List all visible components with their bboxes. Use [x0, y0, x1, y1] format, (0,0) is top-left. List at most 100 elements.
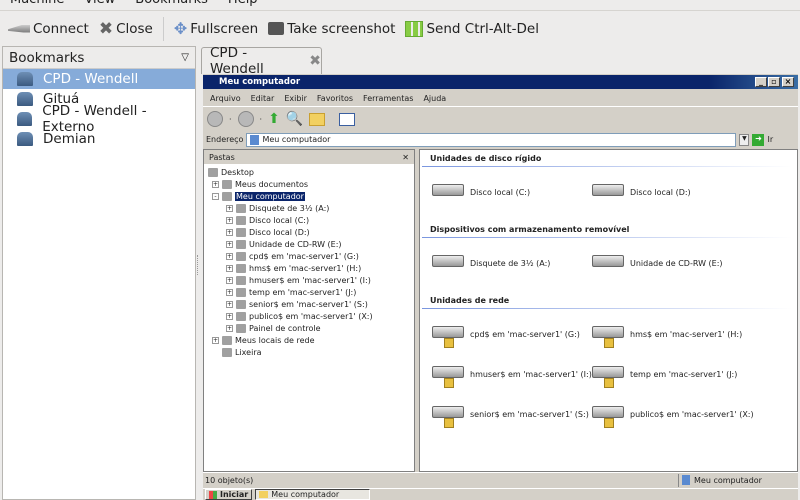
section-header: Unidades de disco rígido [430, 154, 542, 163]
screenshot-button[interactable]: Take screenshot [268, 21, 395, 37]
close-tab-icon[interactable]: ✖ [309, 53, 321, 69]
menu-favoritos[interactable]: Favoritos [317, 94, 353, 103]
menu-arquivo[interactable]: Arquivo [210, 94, 241, 103]
search-icon[interactable]: 🔍 [286, 111, 303, 127]
back-icon[interactable] [207, 111, 223, 127]
drive-item[interactable]: Unidade de CD-RW (E:) [592, 249, 723, 277]
tree-item[interactable]: + Disquete de 3½ (A:) [226, 202, 329, 214]
tree-item[interactable]: + Disco local (D:) [226, 226, 310, 238]
tree-item[interactable]: Desktop [208, 166, 254, 178]
tree-item[interactable]: + publico$ em 'mac-server1' (X:) [226, 310, 373, 322]
menu-ferramentas[interactable]: Ferramentas [363, 94, 413, 103]
close-window-button[interactable]: × [782, 77, 794, 87]
computer-icon [17, 112, 33, 126]
folder-icon [222, 347, 232, 357]
content-view: Unidades de disco rígido Disco local (C:)… [419, 149, 798, 472]
section-divider [422, 237, 792, 238]
drive-item[interactable]: Disco local (D:) [592, 178, 691, 206]
expand-toggle[interactable]: + [226, 312, 233, 320]
menu-editar[interactable]: Editar [251, 94, 275, 103]
remote-desktop[interactable]: Meu computador _ ▫ × Arquivo Editar Exib… [203, 74, 798, 500]
menu-machine[interactable]: Machine [0, 0, 74, 8]
tree-item[interactable]: + Disco local (C:) [226, 214, 309, 226]
folder-icon [236, 299, 246, 309]
folder-icon [222, 179, 232, 189]
tree-item[interactable]: + cpd$ em 'mac-server1' (G:) [226, 250, 359, 262]
fullscreen-button[interactable]: ✥ Fullscreen [174, 19, 258, 38]
forward-icon[interactable] [237, 111, 254, 127]
expand-toggle[interactable]: + [226, 300, 233, 308]
folder-icon [236, 275, 246, 285]
tab-cpd-wendell[interactable]: CPD - Wendell ✖ [201, 45, 322, 77]
tree-item[interactable]: Lixeira [212, 346, 262, 358]
drive-item[interactable]: publico$ em 'mac-server1' (X:) [592, 400, 754, 428]
address-dropdown[interactable]: ▼ [739, 133, 750, 146]
keyboard-icon [405, 20, 424, 37]
statusbar: 10 objeto(s) Meu computador [203, 472, 798, 487]
folder-icon [236, 311, 246, 321]
expand-toggle[interactable]: + [226, 228, 233, 236]
tree-item[interactable]: + hmuser$ em 'mac-server1' (I:) [226, 274, 371, 286]
close-pane-icon[interactable]: ✕ [402, 153, 409, 162]
plug-icon [8, 24, 30, 33]
network-drive-icon [432, 400, 464, 428]
tree-item[interactable]: + Painel de controle [226, 322, 321, 334]
drive-item[interactable]: hms$ em 'mac-server1' (H:) [592, 320, 742, 348]
close-button[interactable]: ✖ Close [99, 19, 153, 39]
up-folder-icon[interactable]: ⬆ [268, 111, 280, 127]
expand-toggle[interactable]: + [226, 204, 233, 212]
address-input[interactable]: Meu computador [246, 132, 737, 147]
go-button[interactable]: Ir [767, 135, 773, 144]
folders-icon[interactable] [309, 112, 326, 126]
menu-help[interactable]: Help [218, 0, 268, 8]
camera-icon [268, 22, 285, 35]
menu-view[interactable]: View [74, 0, 125, 8]
panel-splitter[interactable] [197, 255, 200, 275]
menu-exibir[interactable]: Exibir [284, 94, 307, 103]
expand-toggle[interactable]: + [226, 252, 233, 260]
tree-item[interactable]: + Meus documentos [212, 178, 308, 190]
window-titlebar: Meu computador _ ▫ × [203, 75, 798, 89]
drive-icon [592, 249, 624, 277]
drive-item[interactable]: hmuser$ em 'mac-server1' (I:) [432, 360, 592, 388]
expand-toggle[interactable]: + [226, 216, 233, 224]
taskbar-item[interactable]: Meu computador [255, 489, 371, 500]
bookmark-item[interactable]: CPD - Wendell - Externo [3, 103, 195, 135]
go-icon[interactable]: ➜ [752, 133, 765, 146]
network-drive-icon [592, 400, 624, 428]
expand-toggle[interactable]: + [212, 180, 219, 188]
drive-item[interactable]: temp em 'mac-server1' (J:) [592, 360, 737, 388]
computer-icon [17, 92, 33, 106]
tree-item[interactable]: + senior$ em 'mac-server1' (S:) [226, 298, 368, 310]
views-icon[interactable] [339, 112, 356, 126]
drive-item[interactable]: Disquete de 3½ (A:) [432, 249, 550, 277]
drive-item[interactable]: senior$ em 'mac-server1' (S:) [432, 400, 589, 428]
address-bar: Endereço Meu computador ▼ ➜ Ir [203, 131, 798, 148]
expand-toggle[interactable]: + [226, 264, 233, 272]
tree-item[interactable]: - Meu computador [212, 190, 305, 202]
ctrl-alt-del-button[interactable]: Send Ctrl-Alt-Del [405, 20, 539, 37]
expand-toggle[interactable]: - [212, 192, 219, 200]
bookmark-item[interactable]: CPD - Wendell [3, 69, 195, 89]
expand-toggle[interactable]: + [212, 336, 219, 344]
connect-button[interactable]: Connect [8, 21, 89, 37]
drive-icon [432, 249, 464, 277]
drive-icon [432, 178, 464, 206]
minimize-button[interactable]: _ [755, 77, 767, 87]
fullscreen-icon: ✥ [173, 19, 188, 38]
expand-toggle[interactable]: + [226, 288, 233, 296]
tree-item[interactable]: + Unidade de CD-RW (E:) [226, 238, 342, 250]
drive-item[interactable]: Disco local (C:) [432, 178, 530, 206]
expand-toggle[interactable]: + [226, 240, 233, 248]
tree-item[interactable]: + Meus locais de rede [212, 334, 315, 346]
drive-item[interactable]: cpd$ em 'mac-server1' (G:) [432, 320, 580, 348]
start-button[interactable]: Iniciar [205, 489, 253, 500]
tree-item[interactable]: + temp em 'mac-server1' (J:) [226, 286, 356, 298]
menu-bookmarks[interactable]: Bookmarks [125, 0, 218, 8]
expand-toggle[interactable]: + [226, 276, 233, 284]
menu-ajuda[interactable]: Ajuda [423, 94, 446, 103]
maximize-button[interactable]: ▫ [768, 77, 780, 87]
expand-toggle[interactable]: + [226, 324, 233, 332]
tree-item[interactable]: + hms$ em 'mac-server1' (H:) [226, 262, 361, 274]
chevron-down-icon[interactable]: ▽ [181, 52, 189, 63]
